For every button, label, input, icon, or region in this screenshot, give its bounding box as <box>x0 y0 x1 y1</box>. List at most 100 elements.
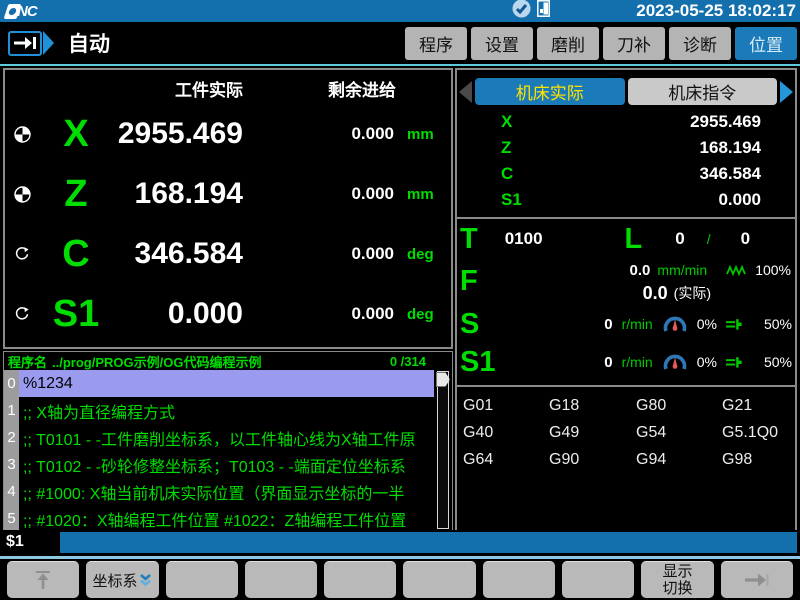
tool-label: T <box>460 225 478 254</box>
mdi-input[interactable] <box>60 532 797 553</box>
line-number: 1 <box>4 397 19 424</box>
softkey-empty-4[interactable] <box>245 561 317 598</box>
gcode: G64 <box>463 451 549 469</box>
tab-diagnosis[interactable]: 诊断 <box>669 27 731 60</box>
gcode-modal-table: G01 G18 G80 G21 G40 G49 G54 G5.1Q0 G64 G… <box>457 387 795 469</box>
line-number: 5 <box>4 505 19 532</box>
subtab-prev-icon[interactable] <box>459 81 472 103</box>
softkey-next-page[interactable] <box>721 561 793 598</box>
program-line[interactable]: 3 ;; T0102 - -砂轮修整坐标系；T0103 - -端面定位坐标系 <box>4 451 452 478</box>
program-line-counter: 0 /314 <box>390 354 426 369</box>
channel-label: $1 <box>6 533 60 551</box>
program-header: 程序名 ../prog/PROG示例/OG代码编程示例 0 /314 <box>4 352 452 370</box>
axis-row-s1: S1 0.000 0.000 deg <box>5 284 451 344</box>
axis-unit: deg <box>398 306 451 323</box>
title-bar: NC 2023-05-25 18:02:17 <box>0 0 800 22</box>
axis-remaining-value: 0.000 <box>243 124 398 144</box>
machine-panel: 机床实际 机床指令 X 2955.469 Z 168.194 C 346.584… <box>455 68 797 532</box>
main-tabs: 程序 设置 磨削 刀补 诊断 位置 <box>405 27 797 60</box>
line-text: ;; #1000: X轴当前机床实际位置（界面显示坐标的一半 <box>19 478 434 505</box>
gcode: G49 <box>549 424 636 442</box>
program-line[interactable]: 4 ;; #1000: X轴当前机床实际位置（界面显示坐标的一半 <box>4 478 452 505</box>
tool-life-separator: / <box>707 231 711 247</box>
program-line[interactable]: 5 ;; #1020：X轴编程工件位置 #1022：Z轴编程工件位置 <box>4 505 452 532</box>
axis-name: S1 <box>39 295 113 333</box>
softkey-empty-5[interactable] <box>324 561 396 598</box>
machine-subtabs: 机床实际 机床指令 <box>459 78 793 105</box>
rotate-axis-icon <box>14 306 30 322</box>
axis-actual-value: 2955.469 <box>113 117 243 151</box>
axis-row-x: X 2955.469 0.000 mm <box>5 104 451 164</box>
softkey-coordinate-system[interactable]: 坐标系 <box>86 561 158 598</box>
status-ok-icon <box>512 0 531 23</box>
command-bar: $1 <box>0 530 800 554</box>
main-area: 工件实际 剩余进给 X 2955.469 0.000 mm <box>0 64 800 530</box>
axis-unit: deg <box>398 246 451 263</box>
return-up-icon <box>32 569 54 591</box>
softkey-return[interactable] <box>7 561 79 598</box>
workpiece-position-panel: 工件实际 剩余进给 X 2955.469 0.000 mm <box>3 68 453 349</box>
program-line[interactable]: 2 ;; T0101 - -工件磨削坐标系，以工件轴心线为X轴工件原 <box>4 424 452 451</box>
datum-icon <box>14 126 31 143</box>
tab-position[interactable]: 位置 <box>735 27 797 60</box>
axis-name: C <box>39 235 113 273</box>
axis-row-c: C 346.584 0.000 deg <box>5 224 451 284</box>
machine-axis-value: 346.584 <box>700 164 761 184</box>
program-line[interactable]: 0 %1234 <box>4 370 452 397</box>
spindle-load-value: 0% <box>697 354 717 370</box>
spindle-speed-unit: r/min <box>622 354 653 370</box>
datetime: 2023-05-25 18:02:17 <box>636 0 796 22</box>
subtab-machine-actual[interactable]: 机床实际 <box>475 78 625 105</box>
feed-override-icon <box>726 265 748 276</box>
softkey-empty-6[interactable] <box>403 561 475 598</box>
machine-axis-name: X <box>501 112 512 132</box>
tab-tool-comp[interactable]: 刀补 <box>603 27 665 60</box>
tab-program[interactable]: 程序 <box>405 27 467 60</box>
softkey-empty-7[interactable] <box>483 561 555 598</box>
subtab-next-icon[interactable] <box>780 81 793 103</box>
gcode: G21 <box>722 397 795 415</box>
spindle-override-value: 50% <box>764 354 792 370</box>
softkey-bar: 坐标系 显示 切换 <box>0 561 800 598</box>
subtab-machine-command[interactable]: 机床指令 <box>628 78 778 105</box>
column-header-actual: 工件实际 <box>113 76 243 101</box>
spindle-speed-value: 0 <box>604 354 612 371</box>
line-text: ;; X轴为直径编程方式 <box>19 397 434 424</box>
feed-label: F <box>460 267 478 305</box>
tool-life-current: 0 <box>675 229 684 249</box>
brand-logo: NC <box>6 2 37 20</box>
spindle-speed-unit: r/min <box>622 316 653 332</box>
tab-grinding[interactable]: 磨削 <box>537 27 599 60</box>
tab-settings[interactable]: 设置 <box>471 27 533 60</box>
gcode: G18 <box>549 397 636 415</box>
softkey-display-switch[interactable]: 显示 切换 <box>641 561 713 598</box>
gcode: G40 <box>463 424 549 442</box>
axis-unit: mm <box>398 186 451 203</box>
gcode: G01 <box>463 397 549 415</box>
machine-axis-row: Z 168.194 <box>457 135 795 161</box>
tool-life-label: L <box>625 225 643 254</box>
auto-mode-button[interactable] <box>8 31 54 56</box>
softkey-empty-3[interactable] <box>166 561 238 598</box>
storage-icon <box>537 0 550 22</box>
scrollbar-thumb[interactable] <box>436 372 450 387</box>
line-text: %1234 <box>19 370 434 397</box>
mode-chevron-icon <box>43 31 54 55</box>
axis-name: X <box>39 115 113 153</box>
mode-bar: 自动 程序 设置 磨削 刀补 诊断 位置 <box>0 22 800 64</box>
axis-actual-value: 346.584 <box>113 237 243 271</box>
axis-name: Z <box>39 175 113 213</box>
tool-life-total: 0 <box>741 229 750 249</box>
softkey-separator <box>0 556 800 559</box>
machine-axis-name: Z <box>501 138 511 158</box>
axis-unit: mm <box>398 126 451 143</box>
line-number: 2 <box>4 424 19 451</box>
program-name-label: 程序名 <box>8 352 47 371</box>
program-line[interactable]: 1 ;; X轴为直径编程方式 <box>4 397 452 424</box>
spindle-row: S1 0 r/min 0% <box>457 343 795 381</box>
gcode: G54 <box>636 424 722 442</box>
softkey-empty-8[interactable] <box>562 561 634 598</box>
spindle-override-value: 50% <box>764 316 792 332</box>
feed-rate-unit: mm/min <box>657 262 707 278</box>
program-scrollbar[interactable] <box>437 371 449 529</box>
